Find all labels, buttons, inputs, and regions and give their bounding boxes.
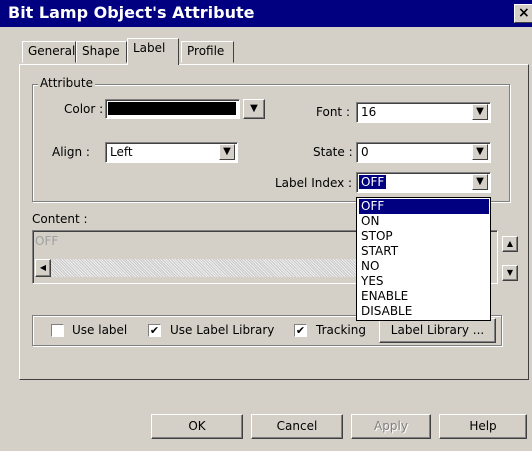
color-picker[interactable] — [105, 99, 240, 119]
font-value: 16 — [361, 105, 377, 119]
label-index-label: Label Index : — [275, 176, 353, 190]
chevron-down-icon[interactable] — [472, 144, 488, 160]
use-label-library-checkbox[interactable]: ✔ — [148, 324, 161, 337]
horizontal-scrollbar[interactable]: ◀ — [35, 259, 379, 277]
dropdown-option[interactable]: OFF — [359, 199, 489, 214]
window-title: Bit Lamp Object's Attribute — [8, 3, 255, 22]
cancel-button[interactable]: Cancel — [251, 414, 343, 439]
tab-shape-label: Shape — [82, 44, 120, 58]
close-icon[interactable]: × — [514, 4, 532, 23]
content-label: Content : — [32, 212, 88, 226]
align-select[interactable]: Left — [105, 142, 238, 163]
label-library-button[interactable]: Label Library ... — [379, 318, 496, 343]
align-label: Align : — [52, 145, 90, 159]
label-index-select[interactable]: OFF — [356, 172, 491, 193]
font-select[interactable]: 16 — [356, 102, 491, 123]
scroll-down-icon[interactable]: ▼ — [502, 265, 518, 281]
chevron-down-icon[interactable] — [219, 144, 235, 160]
tab-label-label: Label — [133, 41, 166, 55]
label-index-value: OFF — [359, 175, 387, 189]
dropdown-option[interactable]: ENABLE — [359, 289, 489, 304]
title-bar[interactable]: Bit Lamp Object's Attribute — [0, 0, 532, 27]
align-value: Left — [110, 145, 133, 159]
dropdown-option[interactable]: NO — [359, 259, 489, 274]
scroll-left-icon[interactable]: ◀ — [35, 259, 51, 277]
dropdown-option[interactable]: STOP — [359, 229, 489, 244]
tab-general-label: General — [28, 44, 76, 58]
tab-label[interactable]: Label — [127, 38, 179, 65]
attribute-group-title: Attribute — [38, 76, 95, 90]
tracking-checkbox[interactable]: ✔ — [294, 324, 307, 337]
content-text: OFF — [35, 234, 59, 248]
color-label: Color : — [64, 102, 104, 116]
apply-button[interactable]: Apply — [351, 414, 431, 439]
help-button[interactable]: Help — [439, 414, 527, 439]
tab-general[interactable]: General — [22, 41, 76, 63]
use-label-text[interactable]: Use label — [72, 323, 127, 337]
dropdown-option[interactable]: YES — [359, 274, 489, 289]
tab-profile-label: Profile — [187, 44, 225, 58]
check-icon: ✔ — [149, 324, 160, 337]
dropdown-option[interactable]: START — [359, 244, 489, 259]
ok-button[interactable]: OK — [151, 414, 243, 439]
dropdown-option[interactable]: DISABLE — [359, 304, 489, 319]
check-icon: ✔ — [295, 324, 306, 337]
color-swatch — [108, 102, 236, 115]
font-label: Font : — [316, 105, 350, 119]
tab-profile[interactable]: Profile — [181, 41, 234, 63]
chevron-down-icon[interactable] — [472, 104, 488, 120]
label-index-dropdown-list[interactable]: OFF ON STOP START NO YES ENABLE DISABLE — [356, 197, 491, 321]
use-label-checkbox[interactable] — [51, 324, 64, 337]
tab-shape[interactable]: Shape — [76, 41, 127, 63]
state-label: State : — [313, 145, 353, 159]
tracking-text[interactable]: Tracking — [316, 323, 366, 337]
use-label-library-text[interactable]: Use Label Library — [170, 323, 274, 337]
color-dropdown-button[interactable]: ▼ — [243, 99, 265, 119]
chevron-down-icon[interactable] — [472, 174, 488, 190]
scroll-up-icon[interactable]: ▲ — [502, 236, 518, 252]
state-select[interactable]: 0 — [356, 142, 491, 163]
state-value: 0 — [361, 145, 369, 159]
dropdown-option[interactable]: ON — [359, 214, 489, 229]
